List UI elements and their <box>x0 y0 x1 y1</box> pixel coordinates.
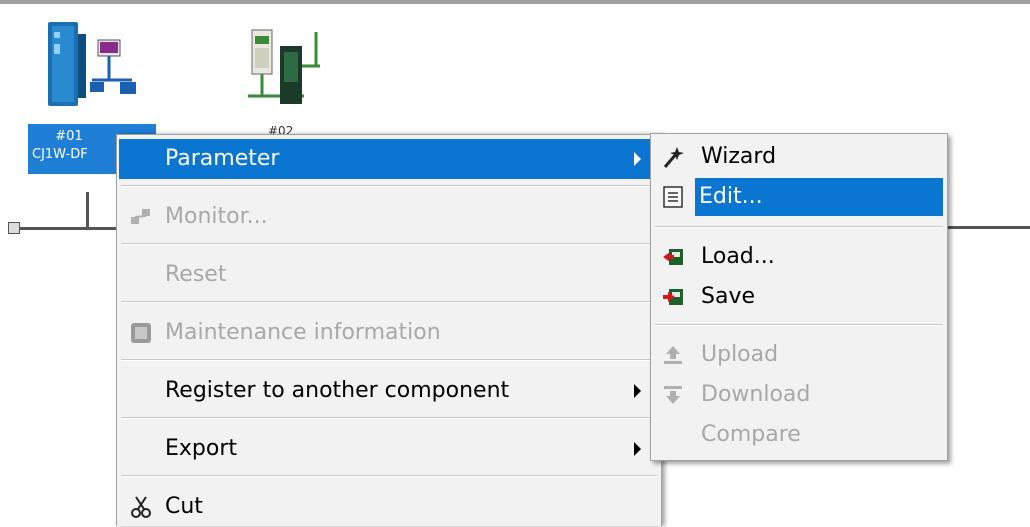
menu-separator <box>121 185 657 187</box>
menu-item-label: Download <box>701 382 811 407</box>
download-icon <box>664 386 682 404</box>
menu-separator <box>121 301 657 303</box>
submenu-arrow-icon <box>634 384 641 398</box>
menu-item-register-to-another-component[interactable]: Register to another component <box>119 371 659 411</box>
menu-separator <box>121 359 657 361</box>
menu-item-monitor[interactable]: Monitor... <box>119 197 659 237</box>
menu-item-export[interactable]: Export <box>119 429 659 469</box>
menu-separator <box>121 243 657 245</box>
menu-separator <box>655 226 943 228</box>
menu-item-maintenance-information[interactable]: Maintenance information <box>119 313 659 353</box>
submenu-item-wizard[interactable]: Wizard <box>653 138 945 176</box>
context-menu: Parameter Monitor... Reset Maintenance i… <box>116 134 662 526</box>
menu-item-parameter[interactable]: Parameter <box>119 139 659 179</box>
menu-item-label: Export <box>165 436 238 461</box>
save-icon <box>663 289 683 305</box>
submenu-item-upload[interactable]: Upload <box>653 336 945 374</box>
submenu-item-download[interactable]: Download <box>653 376 945 414</box>
menu-item-label: Cut <box>165 494 203 519</box>
parameter-submenu: Wizard Edit... Load... Save Upload Downl… <box>650 133 948 461</box>
menu-separator <box>655 324 943 326</box>
scissors-icon <box>131 496 151 518</box>
menu-separator <box>121 417 657 419</box>
menu-item-label: Register to another component <box>165 378 510 403</box>
menu-item-label: Parameter <box>165 146 280 171</box>
window-top-border <box>0 0 1030 4</box>
monitor-icon <box>131 209 150 224</box>
cj1w-unit-icon[interactable] <box>42 18 140 110</box>
menu-item-label: Reset <box>165 262 227 287</box>
device-drop-line <box>86 192 89 229</box>
submenu-item-save[interactable]: Save <box>653 278 945 316</box>
load-icon <box>663 249 683 265</box>
menu-item-label: Maintenance information <box>165 320 441 345</box>
wizard-wand-icon <box>663 147 684 168</box>
menu-item-label: Upload <box>701 342 779 367</box>
submenu-item-compare[interactable]: Compare <box>653 416 945 454</box>
submenu-arrow-icon <box>634 442 641 456</box>
submenu-arrow-icon <box>634 152 641 166</box>
menu-item-label: Wizard <box>701 144 777 169</box>
network-node-icon <box>8 222 20 234</box>
menu-item-label: Load... <box>701 244 775 269</box>
device-model: CJ1W-DF <box>32 147 88 162</box>
menu-separator <box>121 475 657 477</box>
upload-icon <box>664 346 682 364</box>
submenu-item-edit[interactable]: Edit... <box>695 178 943 216</box>
menu-item-label: Monitor... <box>165 204 268 229</box>
menu-item-cut[interactable]: Cut <box>119 487 659 527</box>
submenu-item-load[interactable]: Load... <box>653 238 945 276</box>
menu-item-label: Edit... <box>699 184 763 209</box>
menu-item-reset[interactable]: Reset <box>119 255 659 295</box>
edit-document-icon <box>663 186 683 208</box>
menu-item-label: Compare <box>701 422 801 447</box>
network-bus-line-right <box>946 226 1030 229</box>
menu-item-label: Save <box>701 284 756 309</box>
maintenance-icon <box>131 323 151 343</box>
plc-unit-icon[interactable] <box>244 26 330 110</box>
network-bus-line <box>20 227 118 230</box>
